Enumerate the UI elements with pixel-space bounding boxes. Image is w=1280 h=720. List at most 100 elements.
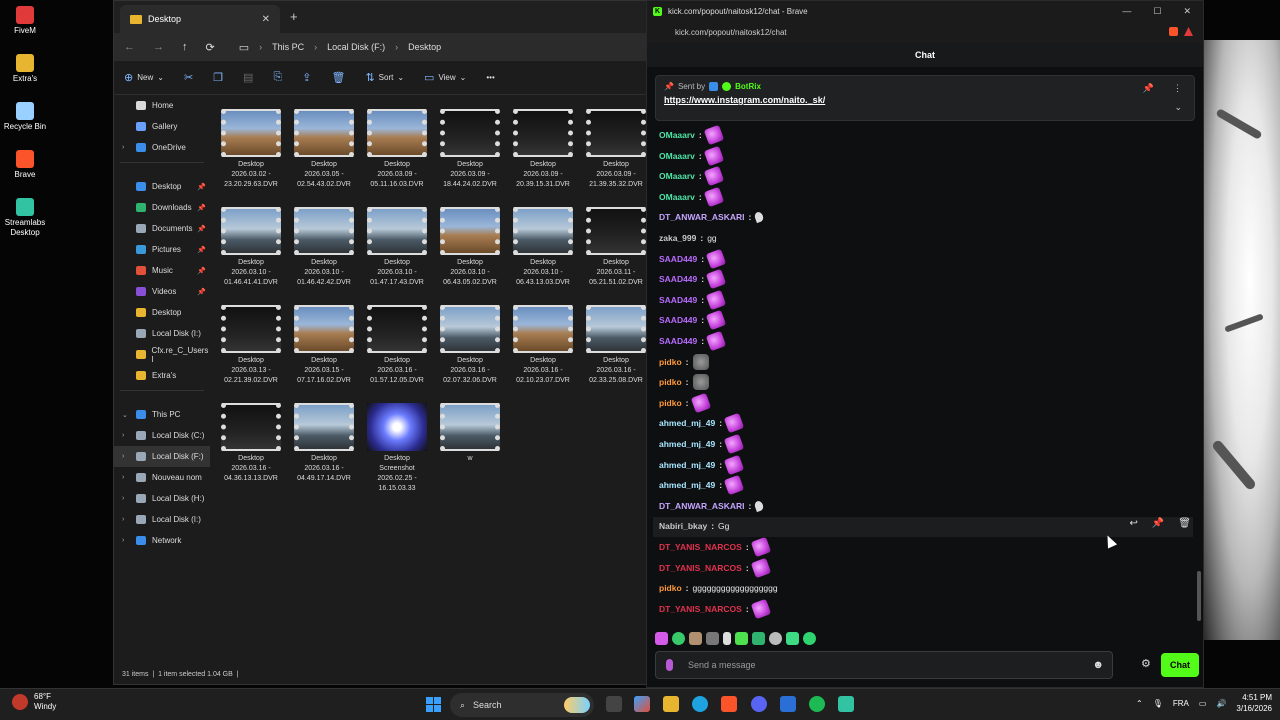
- emote-icon[interactable]: [723, 631, 731, 645]
- start-button[interactable]: [426, 697, 441, 712]
- sidebar-item[interactable]: › Local Disk (C:): [114, 425, 210, 446]
- sidebar-item[interactable]: Extra's: [114, 365, 210, 386]
- file-tile[interactable]: Desktop 2026.03.16 - 04.49.17.14.DVR: [291, 403, 357, 484]
- copilot-icon[interactable]: [634, 696, 650, 712]
- mic-icon[interactable]: [666, 659, 673, 671]
- chat-message[interactable]: pidko:: [659, 352, 709, 372]
- streamlabs-icon[interactable]: [838, 696, 854, 712]
- brave-rewards-icon[interactable]: [1184, 27, 1193, 36]
- file-tile[interactable]: Desktop 2026.03.09 - 20.39.15.31.DVR: [510, 109, 576, 190]
- chat-username[interactable]: pidko: [659, 583, 682, 593]
- sort-button[interactable]: ⇅ Sort ⌄: [365, 71, 404, 84]
- file-tile[interactable]: Desktop 2026.03.16 - 01.57.12.05.DVR: [364, 305, 430, 386]
- sidebar-item[interactable]: › Local Disk (I:): [114, 509, 210, 530]
- delete-message-icon[interactable]: 🗑: [1178, 518, 1191, 529]
- file-tile[interactable]: Desktop 2026.03.10 - 01.47.17.43.DVR: [364, 207, 430, 288]
- chat-message[interactable]: Nabiri_bkay: Gg: [659, 516, 729, 536]
- file-tile[interactable]: w: [437, 403, 503, 464]
- up-arrow-icon[interactable]: ↑: [182, 41, 188, 53]
- chat-username[interactable]: SAAD449: [659, 295, 697, 305]
- chat-message[interactable]: DT_ANWAR_ASKARI:: [659, 207, 765, 227]
- sidebar-item[interactable]: › Network: [114, 530, 210, 551]
- chevron-right-icon[interactable]: ›: [122, 495, 124, 502]
- new-tab-button[interactable]: +: [290, 9, 298, 24]
- taskbar-search[interactable]: ⌕ Search: [450, 693, 594, 717]
- file-tile[interactable]: Desktop 2026.03.16 - 04.36.13.13.DVR: [218, 403, 284, 484]
- chat-message[interactable]: pidko:: [659, 372, 709, 392]
- chevron-up-icon[interactable]: ⌃: [1136, 699, 1143, 708]
- send-chat-button[interactable]: Chat: [1161, 653, 1199, 677]
- chat-input[interactable]: Send a message ☻: [655, 651, 1113, 679]
- file-tile[interactable]: Desktop 2026.03.10 - 06.43.13.03.DVR: [510, 207, 576, 288]
- chat-username[interactable]: SAAD449: [659, 274, 697, 284]
- desktop-icon[interactable]: Streamlabs Desktop: [2, 198, 48, 238]
- file-tile[interactable]: Desktop 2026.03.09 - 21.39.35.32.DVR: [583, 109, 649, 190]
- outlook-icon[interactable]: [780, 696, 796, 712]
- volume-icon[interactable]: 🔊: [1216, 699, 1226, 708]
- pin-message-icon[interactable]: 📌: [1152, 518, 1164, 529]
- chat-message[interactable]: SAAD449:: [659, 289, 727, 311]
- unpin-icon[interactable]: 📌: [1143, 83, 1154, 94]
- sidebar-item[interactable]: › Nouveau nom: [114, 467, 210, 488]
- chat-username[interactable]: zaka_999: [659, 233, 696, 243]
- sidebar-item[interactable]: Desktop: [114, 302, 210, 323]
- chevron-down-icon[interactable]: ⌄: [1174, 102, 1182, 113]
- file-tile[interactable]: Desktop 2026.03.13 - 02.21.39.02.DVR: [218, 305, 284, 386]
- emote-icon[interactable]: [786, 631, 799, 645]
- chat-username[interactable]: OMaaarv: [659, 151, 695, 161]
- refresh-icon[interactable]: ⟳: [206, 41, 215, 54]
- chat-message[interactable]: zaka_999: gg: [659, 228, 717, 248]
- sidebar-item[interactable]: Documents 📌: [114, 218, 210, 239]
- sidebar-item[interactable]: Home: [114, 95, 210, 116]
- chat-message[interactable]: pidko: gggggggggggggggggg: [659, 578, 778, 598]
- cut-button[interactable]: ✂: [184, 71, 193, 84]
- display-icon[interactable]: ▭: [1199, 699, 1207, 708]
- task-view-icon[interactable]: [606, 696, 622, 712]
- chat-username[interactable]: ahmed_mj_49: [659, 480, 715, 490]
- monitor-icon[interactable]: ▭: [239, 41, 249, 54]
- chat-username[interactable]: ahmed_mj_49: [659, 460, 715, 470]
- chat-message[interactable]: ahmed_mj_49:: [659, 433, 745, 455]
- desktop-icon[interactable]: Brave: [2, 150, 48, 180]
- new-button[interactable]: ⊕ New ⌄: [124, 71, 164, 84]
- maximize-icon[interactable]: ☐: [1153, 6, 1161, 17]
- paste-button[interactable]: ▤: [243, 71, 253, 84]
- sidebar-item[interactable]: Videos 📌: [114, 281, 210, 302]
- file-tile[interactable]: Desktop 2026.03.09 - 05.11.16.03.DVR: [364, 109, 430, 190]
- rename-button[interactable]: ⎘: [273, 71, 282, 84]
- chat-message[interactable]: DT_ANWAR_ASKARI:: [659, 496, 765, 516]
- breadcrumb-desktop[interactable]: Desktop: [408, 42, 441, 52]
- chat-username[interactable]: DT_YANIS_NARCOS: [659, 542, 742, 552]
- spotify-icon[interactable]: [809, 696, 825, 712]
- chevron-right-icon[interactable]: ›: [122, 432, 124, 439]
- breadcrumb-local-disk-f[interactable]: Local Disk (F:): [327, 42, 385, 52]
- file-tile[interactable]: Desktop 2026.03.10 - 06.43.05.02.DVR: [437, 207, 503, 288]
- chat-message[interactable]: ahmed_mj_49:: [659, 474, 745, 496]
- emote-icon[interactable]: [769, 631, 782, 645]
- emote-icon[interactable]: [752, 631, 765, 645]
- chevron-right-icon[interactable]: ›: [122, 474, 124, 481]
- emote-icon[interactable]: [735, 631, 748, 645]
- chat-message[interactable]: SAAD449:: [659, 310, 727, 331]
- chevron-right-icon[interactable]: ›: [122, 453, 124, 460]
- file-tile[interactable]: Desktop 2026.03.16 - 02.33.25.08.DVR: [583, 305, 649, 386]
- more-options-icon[interactable]: •••: [486, 73, 494, 82]
- chevron-right-icon[interactable]: ›: [122, 144, 124, 151]
- file-tile[interactable]: Desktop 2026.03.10 - 01.46.42.42.DVR: [291, 207, 357, 288]
- delete-button[interactable]: 🗑: [331, 71, 345, 84]
- share-button[interactable]: ⇪: [302, 71, 311, 84]
- emote-icon[interactable]: [803, 631, 816, 645]
- chat-username[interactable]: OMaaarv: [659, 171, 695, 181]
- sidebar-item[interactable]: Desktop 📌: [114, 176, 210, 197]
- breadcrumb-this-pc[interactable]: This PC: [272, 42, 304, 52]
- file-tile[interactable]: Desktop 2026.03.11 - 05.21.51.02.DVR: [583, 207, 649, 288]
- file-tile[interactable]: Desktop 2026.03.16 - 02.07.32.06.DVR: [437, 305, 503, 386]
- chat-message[interactable]: SAAD449:: [659, 330, 727, 352]
- back-arrow-icon[interactable]: ←: [124, 41, 135, 53]
- minimize-icon[interactable]: —: [1122, 6, 1131, 17]
- chat-username[interactable]: SAAD449: [659, 254, 697, 264]
- sidebar-item[interactable]: Local Disk (I:): [114, 323, 210, 344]
- sidebar-item[interactable]: Downloads 📌: [114, 197, 210, 218]
- pinned-link[interactable]: https://www.instagram.com/naito._sk/: [664, 95, 1186, 105]
- discord-icon[interactable]: [751, 696, 767, 712]
